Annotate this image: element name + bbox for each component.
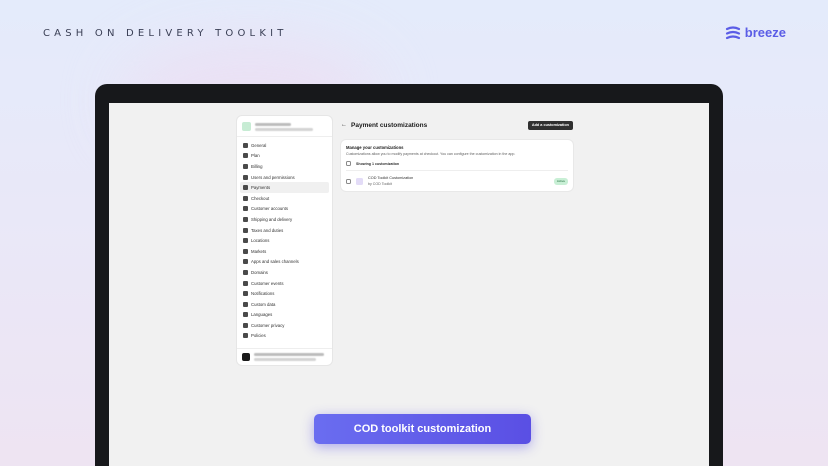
sidebar-item-label: Customer events — [251, 280, 284, 286]
sidebar-item-label: General — [251, 142, 267, 148]
select-all-checkbox[interactable] — [346, 161, 351, 166]
sidebar-item-label: Markets — [251, 248, 267, 254]
card-description: Customizations allow you to modify payme… — [346, 152, 516, 156]
sidebar-item-label: Languages — [251, 312, 273, 318]
tax-icon — [243, 227, 248, 233]
globe-icon — [243, 269, 248, 275]
sidebar-item-customer-privacy[interactable]: Customer privacy — [240, 320, 329, 331]
store-name-blurred — [255, 122, 313, 131]
sidebar-item-languages[interactable]: Languages — [240, 310, 329, 321]
cart-icon — [243, 195, 248, 201]
title-wrap: ← Payment customizations — [341, 122, 427, 129]
sidebar-item-users-and-permissions[interactable]: Users and permissions — [240, 172, 329, 183]
account-footer[interactable] — [237, 348, 332, 365]
sidebar-item-domains[interactable]: Domains — [240, 267, 329, 278]
customization-row[interactable]: COD Toolkit Customization by COD Toolkit… — [346, 171, 568, 186]
settings-sidebar: General Plan Billing Users and permissions P… — [237, 116, 332, 365]
brand-name: breeze — [744, 25, 786, 40]
events-icon — [243, 280, 248, 286]
app-icon — [356, 177, 363, 185]
bell-icon — [243, 291, 248, 297]
sidebar-item-label: Apps and sales channels — [251, 259, 299, 265]
account-info-blurred — [254, 353, 324, 361]
sidebar-item-customer-accounts[interactable]: Customer accounts — [240, 204, 329, 215]
sidebar-item-payments[interactable]: Payments — [240, 182, 329, 193]
data-icon — [243, 301, 248, 307]
sidebar-item-general[interactable]: General — [240, 140, 329, 151]
sidebar-item-taxes-and-duties[interactable]: Taxes and duties — [240, 225, 329, 236]
customization-info: COD Toolkit Customization by COD Toolkit — [368, 176, 549, 186]
sidebar-item-custom-data[interactable]: Custom data — [240, 299, 329, 310]
sidebar-item-markets[interactable]: Markets — [240, 246, 329, 257]
page-header: ← Payment customizations Add a customiza… — [341, 120, 573, 130]
row-checkbox[interactable] — [346, 178, 351, 184]
select-all-row: Showing 1 customization — [346, 161, 568, 171]
sidebar-item-shipping-and-delivery[interactable]: Shipping and delivery — [240, 214, 329, 225]
truck-icon — [243, 216, 248, 222]
store-avatar — [242, 122, 251, 131]
customization-vendor: by COD Toolkit — [368, 182, 392, 186]
sidebar-item-label: Notifications — [251, 291, 275, 297]
sidebar-item-billing[interactable]: Billing — [240, 161, 329, 172]
lock-icon — [243, 322, 248, 328]
users-icon — [243, 174, 248, 180]
customizations-card: Manage your customizations Customization… — [341, 140, 573, 191]
sidebar-item-label: Taxes and duties — [251, 227, 284, 233]
sidebar-item-label: Payments — [251, 185, 271, 191]
headline: CASH ON DELIVERY TOOLKIT — [43, 28, 288, 39]
globe-icon — [243, 248, 248, 254]
sidebar-item-label: Locations — [251, 238, 270, 244]
sidebar-item-label: Shipping and delivery — [251, 216, 293, 222]
caption-button[interactable]: COD toolkit customization — [314, 414, 531, 444]
laptop-screen: General Plan Billing Users and permissions P… — [109, 103, 709, 466]
store-header[interactable] — [237, 116, 332, 137]
sidebar-item-label: Customer accounts — [251, 206, 289, 212]
sidebar-item-label: Customer privacy — [251, 322, 285, 328]
sidebar-item-customer-events[interactable]: Customer events — [240, 278, 329, 289]
brand-logo: breeze — [725, 25, 786, 40]
back-arrow-icon[interactable]: ← — [341, 122, 347, 128]
breeze-logo-icon — [725, 25, 740, 39]
sidebar-item-apps-and-sales-channels[interactable]: Apps and sales channels — [240, 257, 329, 268]
sidebar-item-label: Domains — [251, 269, 268, 275]
location-icon — [243, 238, 248, 244]
sidebar-item-notifications[interactable]: Notifications — [240, 288, 329, 299]
sidebar-item-label: Plan — [251, 153, 260, 159]
showing-count: Showing 1 customization — [356, 161, 400, 166]
policy-icon — [243, 333, 248, 339]
sidebar-item-label: Users and permissions — [251, 174, 295, 180]
sidebar-item-locations[interactable]: Locations — [240, 235, 329, 246]
store-icon — [243, 142, 248, 148]
person-icon — [243, 206, 248, 212]
sidebar-item-label: Custom data — [251, 301, 276, 307]
account-avatar — [242, 353, 250, 361]
sidebar-item-checkout[interactable]: Checkout — [240, 193, 329, 204]
settings-nav: General Plan Billing Users and permissions P… — [237, 137, 332, 341]
sidebar-item-label: Billing — [251, 163, 263, 169]
status-badge: Active — [553, 177, 568, 185]
payments-icon — [243, 185, 248, 191]
sidebar-item-plan[interactable]: Plan — [240, 151, 329, 162]
card-title: Manage your customizations — [346, 145, 404, 150]
add-customization-button[interactable]: Add a customization — [527, 120, 573, 130]
sidebar-item-policies[interactable]: Policies — [240, 331, 329, 342]
customization-name: COD Toolkit Customization — [368, 176, 414, 180]
sidebar-item-label: Policies — [251, 333, 266, 339]
language-icon — [243, 312, 248, 318]
laptop-frame: General Plan Billing Users and permissions P… — [95, 84, 723, 466]
sidebar-item-label: Checkout — [251, 195, 270, 201]
apps-icon — [243, 259, 248, 265]
page-title: Payment customizations — [351, 121, 428, 129]
billing-icon — [243, 163, 248, 169]
plan-icon — [243, 153, 248, 159]
